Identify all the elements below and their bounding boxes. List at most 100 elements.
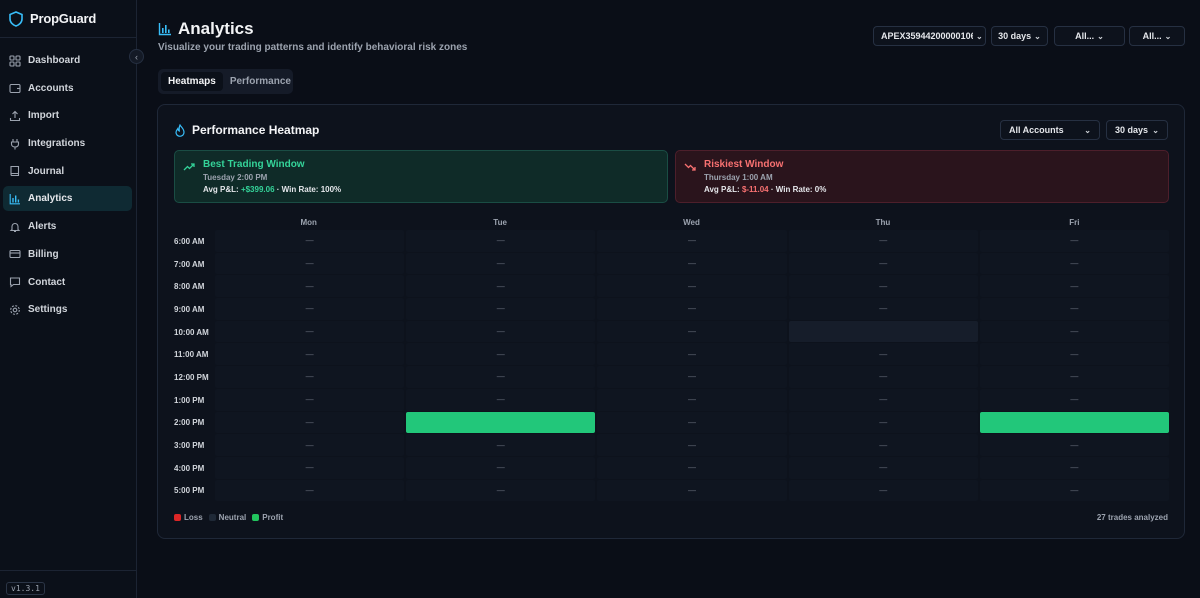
heatmap-cell-tue-empty[interactable]: —: [406, 230, 596, 252]
heatmap-cell-fri-empty[interactable]: —: [979, 434, 1170, 456]
heatmap-cell-tue-empty[interactable]: —: [406, 343, 596, 366]
sidebar-item-journal[interactable]: Journal: [3, 159, 132, 184]
bar-chart-icon: [9, 193, 21, 205]
riskiest-window-time: Thursday 1:00 AM: [704, 173, 773, 182]
day-header-fri: Fri: [1069, 218, 1080, 227]
best-window-title: Best Trading Window: [203, 159, 305, 170]
heatmap-cell-thu-empty[interactable]: —: [788, 230, 978, 252]
heatmap-cell-thu-empty[interactable]: —: [788, 479, 978, 502]
filter-select-2[interactable]: All... ⌄: [1129, 26, 1185, 46]
filter-select-1[interactable]: All... ⌄: [1054, 26, 1125, 46]
heatmap-cell-fri-empty[interactable]: —: [979, 366, 1170, 388]
heatmap-cell-wed-empty[interactable]: —: [597, 298, 787, 320]
heatmap-cell-tue-empty[interactable]: —: [406, 434, 596, 456]
heatmap-cell-tue-empty[interactable]: —: [406, 320, 596, 343]
heatmap-cell-tue-empty[interactable]: —: [406, 456, 596, 479]
heatmap-cell-thu-empty[interactable]: —: [788, 343, 978, 366]
sidebar-item-dashboard[interactable]: Dashboard: [3, 48, 132, 73]
heatmap-cell-fri-empty[interactable]: —: [979, 298, 1170, 320]
bar-chart-icon: [158, 22, 172, 36]
heatmap-cell-wed-empty[interactable]: —: [597, 252, 787, 275]
heatmap-cell-wed-empty[interactable]: —: [597, 320, 787, 343]
heatmap-cell-wed-empty[interactable]: —: [597, 434, 787, 456]
heatmap-cell-wed-empty[interactable]: —: [597, 366, 787, 388]
sidebar-item-contact[interactable]: Contact: [3, 270, 132, 295]
heatmap-cell-thu-empty[interactable]: —: [788, 275, 978, 298]
account-select[interactable]: APEX35944200000106 ⌄: [873, 26, 986, 46]
sidebar-item-label: Billing: [28, 248, 59, 260]
heatmap-cell-mon-empty[interactable]: —: [215, 343, 405, 366]
heatmap-cell-fri-empty[interactable]: —: [979, 275, 1170, 298]
heatmap-cell-wed-empty[interactable]: —: [597, 230, 787, 252]
heatmap-cell-fri-empty[interactable]: —: [979, 320, 1170, 343]
heatmap-cell-mon-empty[interactable]: —: [215, 411, 405, 434]
sidebar-item-integrations[interactable]: Integrations: [3, 131, 132, 156]
best-window-stats: Avg P&L: +$399.06 · Win Rate: 100%: [203, 185, 342, 194]
heatmap-cell-fri-empty[interactable]: —: [979, 343, 1170, 366]
heatmap-cell-mon-empty[interactable]: —: [215, 320, 405, 343]
legend-swatch: [208, 514, 216, 521]
heatmap-cell-thu-neutral[interactable]: [788, 320, 978, 343]
heatmap-cell-mon-empty[interactable]: —: [215, 230, 405, 252]
heatmap-cell-mon-empty[interactable]: —: [215, 275, 405, 298]
heatmap-cell-thu-empty[interactable]: —: [788, 411, 978, 434]
heatmap-cell-fri-profit[interactable]: [979, 411, 1170, 434]
days-filter-select[interactable]: 30 days ⌄: [1106, 120, 1168, 140]
card-heading: Performance Heatmap: [192, 123, 320, 137]
heatmap-cell-tue-empty[interactable]: —: [406, 275, 596, 298]
heatmap-cell-tue-empty[interactable]: —: [406, 298, 596, 320]
heatmap-cell-wed-empty[interactable]: —: [597, 456, 787, 479]
heatmap-cell-mon-empty[interactable]: —: [215, 298, 405, 320]
heatmap-cell-mon-empty[interactable]: —: [215, 456, 405, 479]
heatmap-cell-mon-empty[interactable]: —: [215, 388, 405, 411]
heatmap-cell-wed-empty[interactable]: —: [597, 479, 787, 502]
sidebar-item-alerts[interactable]: Alerts: [3, 214, 132, 239]
chevron-down-icon: ⌄: [1034, 31, 1041, 41]
heatmap-cell-wed-empty[interactable]: —: [597, 343, 787, 366]
sidebar-item-import[interactable]: Import: [3, 103, 132, 128]
collapse-sidebar-button[interactable]: ‹: [129, 49, 144, 64]
sidebar-item-analytics[interactable]: Analytics: [3, 186, 132, 212]
heatmap-cell-tue-empty[interactable]: —: [406, 252, 596, 275]
heatmap-cell-tue-empty[interactable]: —: [406, 479, 596, 502]
heatmap-grid: Mon Tue Wed Thu Fri 6:00 AM — — — — —7:00 AM — — — — —…: [174, 218, 1170, 502]
heatmap-cell-tue-profit[interactable]: [406, 411, 596, 434]
heatmap-cell-tue-empty[interactable]: —: [406, 388, 596, 411]
brand[interactable]: PropGuard: [0, 0, 136, 38]
heatmap-cell-wed-empty[interactable]: —: [597, 275, 787, 298]
heatmap-cell-thu-empty[interactable]: —: [788, 298, 978, 320]
heatmap-cell-wed-empty[interactable]: —: [597, 411, 787, 434]
riskiest-window-pnl: $-11.04: [741, 185, 769, 194]
heatmap-cell-thu-empty[interactable]: —: [788, 434, 978, 456]
heatmap-cell-thu-empty[interactable]: —: [788, 456, 978, 479]
time-label: 5:00 PM: [174, 486, 205, 496]
heatmap-cell-thu-empty[interactable]: —: [788, 388, 978, 411]
sidebar-item-accounts[interactable]: Accounts: [3, 76, 132, 101]
time-label: 10:00 AM: [174, 327, 209, 337]
flame-icon: [174, 123, 186, 137]
heatmap-cell-fri-empty[interactable]: —: [979, 479, 1170, 502]
heatmap-cell-thu-empty[interactable]: —: [788, 252, 978, 275]
heatmap-cell-mon-empty[interactable]: —: [215, 434, 405, 456]
tab-performance[interactable]: Performance: [223, 72, 298, 91]
heatmap-cell-tue-empty[interactable]: —: [406, 366, 596, 388]
tab-heatmaps[interactable]: Heatmaps: [161, 72, 223, 91]
heatmap-cell-thu-empty[interactable]: —: [788, 366, 978, 388]
sidebar-item-label: Journal: [28, 165, 65, 177]
sidebar-item-billing[interactable]: Billing: [3, 242, 132, 267]
heatmap-cell-fri-empty[interactable]: —: [979, 388, 1170, 411]
heatmap-cell-fri-empty[interactable]: —: [979, 252, 1170, 275]
heatmap-cell-mon-empty[interactable]: —: [215, 366, 405, 388]
heatmap-cell-mon-empty[interactable]: —: [215, 252, 405, 275]
chevron-down-icon: ⌄: [1097, 31, 1104, 41]
heatmap-cell-wed-empty[interactable]: —: [597, 388, 787, 411]
range-select[interactable]: 30 days ⌄: [991, 26, 1048, 46]
page-subtitle: Visualize your trading patterns and iden…: [158, 42, 468, 53]
accounts-filter-select[interactable]: All Accounts ⌄: [1000, 120, 1100, 140]
riskiest-window-stats: Avg P&L: $-11.04 · Win Rate: 0%: [704, 185, 827, 194]
heatmap-cell-mon-empty[interactable]: —: [215, 479, 405, 502]
sidebar-item-settings[interactable]: Settings: [3, 297, 132, 322]
heatmap-cell-fri-empty[interactable]: —: [979, 230, 1170, 252]
heatmap-cell-fri-empty[interactable]: —: [979, 456, 1170, 479]
day-header-wed: Wed: [683, 218, 700, 227]
